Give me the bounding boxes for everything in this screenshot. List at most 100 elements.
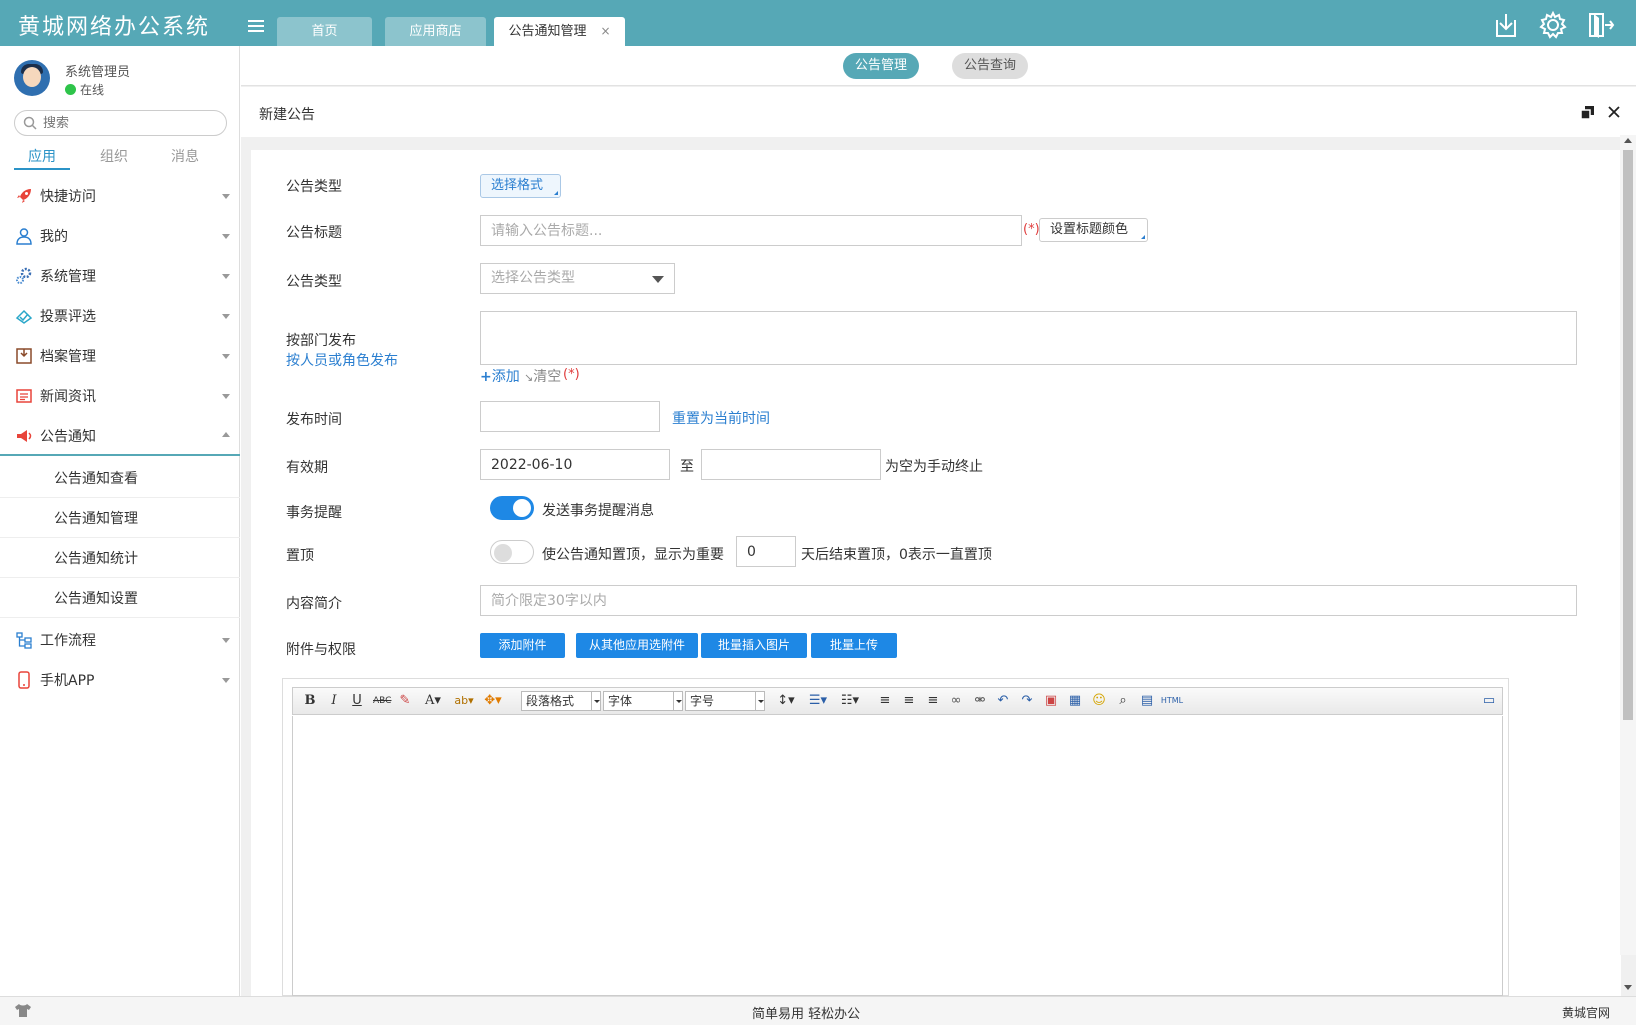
valid-from-input[interactable] <box>480 449 670 480</box>
template-icon[interactable]: ▤ <box>1139 692 1155 710</box>
pill-notice-query[interactable]: 公告查询 <box>952 53 1029 79</box>
sidebar-tab-messages[interactable]: 消息 <box>171 146 199 166</box>
sidebar-item-mobile-app[interactable]: 手机APP <box>0 660 240 700</box>
title-label: 公告标题 <box>286 225 342 241</box>
line-height-icon[interactable]: ↕▾ <box>773 692 799 710</box>
attach-from-app-button[interactable]: 从其他应用选附件 <box>576 633 698 658</box>
unlink-icon[interactable]: ⚮ <box>971 692 989 710</box>
user-icon <box>16 228 32 245</box>
avatar[interactable] <box>14 60 50 96</box>
sidebar-item-quick-access[interactable]: 快捷访问 <box>0 176 240 216</box>
search-input[interactable] <box>43 114 213 132</box>
unordered-list-icon[interactable]: ☷▾ <box>837 692 863 710</box>
strikethrough-icon[interactable]: ABC <box>373 692 391 710</box>
table-icon[interactable]: ▦ <box>1067 692 1083 710</box>
sub-item-notice-view[interactable]: 公告通知查看 <box>0 458 240 498</box>
search-box[interactable] <box>14 110 227 136</box>
image-icon[interactable]: ▣ <box>1042 692 1060 710</box>
sidebar-tabs: 应用 组织 消息 <box>0 142 240 172</box>
restore-icon[interactable] <box>1581 106 1594 119</box>
theme-shirt-icon[interactable] <box>14 1003 32 1018</box>
title-color-button[interactable]: 设置标题颜色 <box>1039 218 1148 242</box>
tab-notice-manage[interactable]: 公告通知管理 × <box>494 17 625 46</box>
paragraph-select-value: 段落格式 <box>526 694 575 708</box>
gear-icon[interactable] <box>1538 10 1568 40</box>
scroll-thumb[interactable] <box>1623 150 1633 720</box>
add-attachment-button[interactable]: 添加附件 <box>480 633 565 658</box>
tab-home[interactable]: 首页 <box>277 17 372 46</box>
person-publish-link[interactable]: 按人员或角色发布 <box>286 350 398 370</box>
corner-caret-icon <box>1141 235 1145 239</box>
department-textarea[interactable] <box>480 311 1577 365</box>
html-source-icon[interactable]: HTML <box>1159 692 1185 710</box>
reset-time-link[interactable]: 重置为当前时间 <box>672 408 770 428</box>
sidebar-item-vote[interactable]: 投票评选 <box>0 296 240 336</box>
eraser-icon[interactable]: ✎ <box>397 692 413 710</box>
logout-icon[interactable] <box>1585 10 1615 40</box>
align-center-icon[interactable]: ≡ <box>901 692 917 710</box>
sub-item-notice-manage[interactable]: 公告通知管理 <box>0 498 240 538</box>
category-select[interactable]: 选择公告类型 <box>480 263 675 294</box>
italic-icon[interactable]: I <box>327 692 341 710</box>
batch-insert-image-button[interactable]: 批量插入图片 <box>701 633 807 658</box>
font-color-icon[interactable]: A▾ <box>421 692 445 710</box>
title-input[interactable] <box>480 215 1022 246</box>
official-site-link[interactable]: 黄城官网 <box>1562 1004 1610 1021</box>
underline-icon[interactable]: U <box>350 692 364 710</box>
publish-time-input[interactable] <box>480 401 660 432</box>
search-replace-icon[interactable]: ⌕ <box>1115 692 1131 710</box>
bold-icon[interactable]: B <box>303 692 317 710</box>
sidebar: 系统管理员 在线 应用 组织 消息 快捷访问 我的 系统管理 投票评选 档案管理… <box>0 46 240 996</box>
highlight-icon[interactable]: ab▾ <box>450 692 478 710</box>
sidebar-item-label: 我的 <box>40 229 68 245</box>
batch-upload-button[interactable]: 批量上传 <box>811 633 897 658</box>
align-left-icon[interactable]: ≡ <box>877 692 893 710</box>
pin-top-toggle[interactable] <box>490 540 534 564</box>
summary-input[interactable] <box>480 585 1577 616</box>
download-icon[interactable] <box>1491 10 1521 40</box>
valid-to-input[interactable] <box>701 449 881 480</box>
sub-item-label: 公告通知查看 <box>54 471 138 487</box>
font-size-select[interactable]: 字号 <box>685 691 765 711</box>
sidebar-tab-apps[interactable]: 应用 <box>28 146 56 166</box>
menu-toggle-icon[interactable] <box>248 20 264 34</box>
link-icon[interactable]: ∞ <box>947 692 965 710</box>
clear-link[interactable]: ↘清空 <box>524 366 561 386</box>
sub-item-notice-stats[interactable]: 公告通知统计 <box>0 538 240 578</box>
chevron-up-icon <box>222 432 230 437</box>
add-link[interactable]: +添加 <box>480 366 520 386</box>
undo-icon[interactable]: ↶ <box>995 692 1011 710</box>
pin-days-input[interactable] <box>736 536 796 567</box>
sidebar-item-news[interactable]: 新闻资讯 <box>0 376 240 416</box>
redo-icon[interactable]: ↷ <box>1019 692 1035 710</box>
sidebar-item-notice[interactable]: 公告通知 <box>0 416 240 456</box>
emoji-icon[interactable]: ☺ <box>1091 692 1107 710</box>
close-icon[interactable] <box>1606 104 1622 120</box>
sidebar-item-workflow[interactable]: 工作流程 <box>0 620 240 660</box>
sidebar-tab-org[interactable]: 组织 <box>100 146 128 166</box>
panel-header: 新建公告 <box>241 87 1636 137</box>
category-select-value: 选择公告类型 <box>491 270 575 286</box>
sub-item-label: 公告通知管理 <box>54 511 138 527</box>
ordered-list-icon[interactable]: ☰▾ <box>805 692 831 710</box>
format-painter-icon[interactable]: ✥▾ <box>481 692 505 710</box>
select-format-button[interactable]: 选择格式 <box>480 174 561 198</box>
editor-content-area[interactable] <box>292 716 1503 996</box>
scroll-down-icon[interactable] <box>1624 985 1632 990</box>
fullscreen-icon[interactable]: ▭ <box>1481 692 1497 710</box>
remind-toggle[interactable] <box>490 496 534 520</box>
sub-item-notice-settings[interactable]: 公告通知设置 <box>0 578 240 618</box>
footer: 简单易用 轻松办公 黄城官网 <box>0 996 1636 1025</box>
tab-app-store[interactable]: 应用商店 <box>385 17 486 46</box>
tab-close-icon[interactable]: × <box>600 24 610 38</box>
sidebar-item-mine[interactable]: 我的 <box>0 216 240 256</box>
pill-notice-manage[interactable]: 公告管理 <box>843 53 920 79</box>
scroll-up-icon[interactable] <box>1624 138 1632 143</box>
sidebar-item-label: 投票评选 <box>40 309 96 325</box>
font-select[interactable]: 字体 <box>603 691 683 711</box>
sidebar-item-archive[interactable]: 档案管理 <box>0 336 240 376</box>
paragraph-select[interactable]: 段落格式 <box>521 691 601 711</box>
remind-label: 事务提醒 <box>286 505 342 521</box>
sidebar-item-system[interactable]: 系统管理 <box>0 256 240 296</box>
align-right-icon[interactable]: ≡ <box>925 692 941 710</box>
